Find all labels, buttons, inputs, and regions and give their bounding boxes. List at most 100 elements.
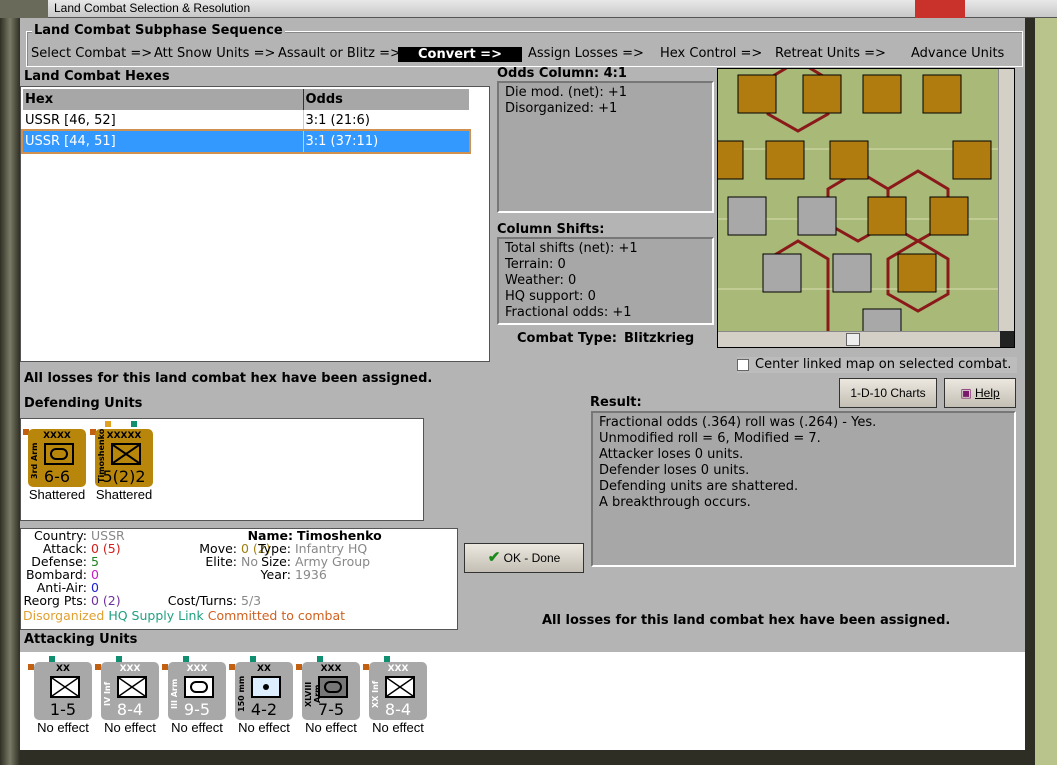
defending-unit[interactable]: XXXXX Timoshenko 5(2)2 [95,429,153,487]
hexes-title: Land Combat Hexes [24,69,170,84]
bottom-frame [20,750,1025,765]
linked-map[interactable] [717,68,1015,348]
attacking-unit[interactable]: XXX III Arm 9-5 [168,662,226,720]
unit-strength: 6-6 [43,467,71,486]
title-bar: Land Combat Selection & Resolution [0,0,1057,18]
shift-line: HQ support: 0 [505,289,596,304]
unit-strength: 9-5 [183,700,211,719]
unit-symbol [117,676,147,698]
window-title: Land Combat Selection & Resolution [54,1,251,15]
help-book-icon: ▣ [960,386,972,400]
shift-line: Terrain: 0 [505,257,566,272]
infantry-symbol-icon [118,677,146,697]
step-advance: Advance Units [911,46,1005,61]
unit-symbol [318,676,348,698]
dialog: Land Combat Subphase Sequence Select Com… [20,18,1025,750]
defending-units-box: XXXX 3rd Arm 6-6 Shattered XXXXX Timoshe… [20,418,424,521]
ok-done-button[interactable]: ✔ OK - Done [464,543,584,573]
unit-status: No effect [305,720,357,735]
odds-cell: 3:1 (37:11) [305,134,379,149]
result-line: Fractional odds (.364) roll was (.264) -… [599,415,877,430]
defending-title: Defending Units [24,396,143,411]
unit-details: Country: USSR Attack: 0 (5) Defense: 5 Bombard… [20,528,458,630]
infantry-symbol-icon [111,443,141,465]
cost-label: Cost/Turns: [167,593,237,608]
flag-hq-supply: HQ Supply Link [108,608,204,623]
result-line: Unmodified roll = 6, Modified = 7. [599,431,821,446]
background-map [1035,18,1057,765]
attacking-units-box: XX 1-5 No effect XXX IV Inf 8-4 No effec… [20,652,1025,750]
hex-row[interactable]: USSR [46, 52] 3:1 (21:6) [23,110,469,131]
unit-status: No effect [171,720,223,735]
artillery-symbol-icon [263,684,269,690]
unit-status: No effect [104,720,156,735]
attacking-unit[interactable]: XXX IV Inf 8-4 [101,662,159,720]
shift-line: Weather: 0 [505,273,577,288]
unit-strength: 4-2 [250,700,278,719]
name-label: Name: [247,528,293,543]
armor-symbol-icon [324,681,342,693]
attacking-title: Attacking Units [24,632,138,647]
charts-button[interactable]: 1-D-10 Charts [839,378,937,408]
result-line: Defending units are shattered. [599,479,799,494]
unit-flags: Disorganized HQ Supply Link Committed to… [23,609,345,622]
unit-symbol [50,676,80,698]
help-button[interactable]: ▣ Help [944,378,1016,408]
odds-cell: 3:1 (21:6) [305,113,370,128]
attacking-unit[interactable]: XX 150 mm 4-2 [235,662,293,720]
left-frame [0,18,20,765]
reorg-label: Reorg Pts: [23,593,87,608]
attacking-unit[interactable]: XX 1-5 [34,662,92,720]
status-dot [131,421,137,427]
unit-status: No effect [238,720,290,735]
hex-cell: USSR [46, 52] [23,110,304,131]
odds-line: Die mod. (net): +1 [505,85,628,100]
sequence-title: Land Combat Subphase Sequence [32,23,285,38]
armor-symbol-icon [44,443,74,465]
hex-cell: USSR [44, 51] [23,131,304,152]
col-hex[interactable]: Hex [23,89,304,110]
result-box: Fractional odds (.364) roll was (.264) -… [591,411,1016,567]
attacking-unit[interactable]: XXX XLVIII Arm 7-5 [302,662,360,720]
reorg-value: 0 (2) [91,593,121,608]
map-hscroll-thumb[interactable] [846,333,860,346]
window-menu-button[interactable] [0,0,48,18]
step-select-combat: Select Combat => [31,46,153,61]
col-odds[interactable]: Odds [303,89,469,110]
name-value: Timoshenko [297,528,382,543]
attacking-unit[interactable]: XXX XX Inf 8-4 [369,662,427,720]
shift-line: Fractional odds: +1 [505,305,632,320]
odds-title: Odds Column: 4:1 [497,66,627,81]
map-hscrollbar[interactable] [718,331,1000,347]
center-map-checkbox-row[interactable]: Center linked map on selected combat. [737,357,1017,373]
hexes-list[interactable]: Hex Odds USSR [46, 52] 3:1 (21:6) USSR [44… [20,86,490,362]
defending-unit[interactable]: XXXX 3rd Arm 6-6 [28,429,86,487]
odds-box: Die mod. (net): +1 Disorganized: +1 [497,81,714,213]
infantry-symbol-icon [51,677,79,697]
step-assault-blitz: Assault or Blitz => [278,46,401,61]
shift-line: Total shifts (net): +1 [505,241,638,256]
center-map-checkbox[interactable] [737,359,749,371]
help-label: Help [975,386,1000,400]
unit-strength: 1-5 [49,700,77,719]
unit-status: No effect [372,720,424,735]
unit-level: XX [56,664,70,674]
unit-symbol [385,676,415,698]
unit-symbol [184,676,214,698]
step-assign-losses: Assign Losses => [528,46,644,61]
cost-value: 5/3 [241,593,262,608]
map-vscrollbar[interactable] [998,69,1014,331]
armor-symbol-icon [190,681,208,693]
shifts-box: Total shifts (net): +1 Terrain: 0 Weathe… [497,237,714,325]
unit-strength: 5(2)2 [102,467,146,486]
step-att-snow: Att Snow Units => [154,46,276,61]
checkmark-icon: ✔ [487,549,501,566]
year-label: Year: [260,567,291,582]
step-retreat: Retreat Units => [775,46,886,61]
result-line: A breakthrough occurs. [599,495,751,510]
result-title: Result: [590,395,642,410]
ok-label: OK - Done [503,551,561,565]
hex-row-selected[interactable]: USSR [44, 51] 3:1 (37:11) [21,129,471,154]
unit-strength: 8-4 [384,700,412,719]
unit-strength: 8-4 [116,700,144,719]
